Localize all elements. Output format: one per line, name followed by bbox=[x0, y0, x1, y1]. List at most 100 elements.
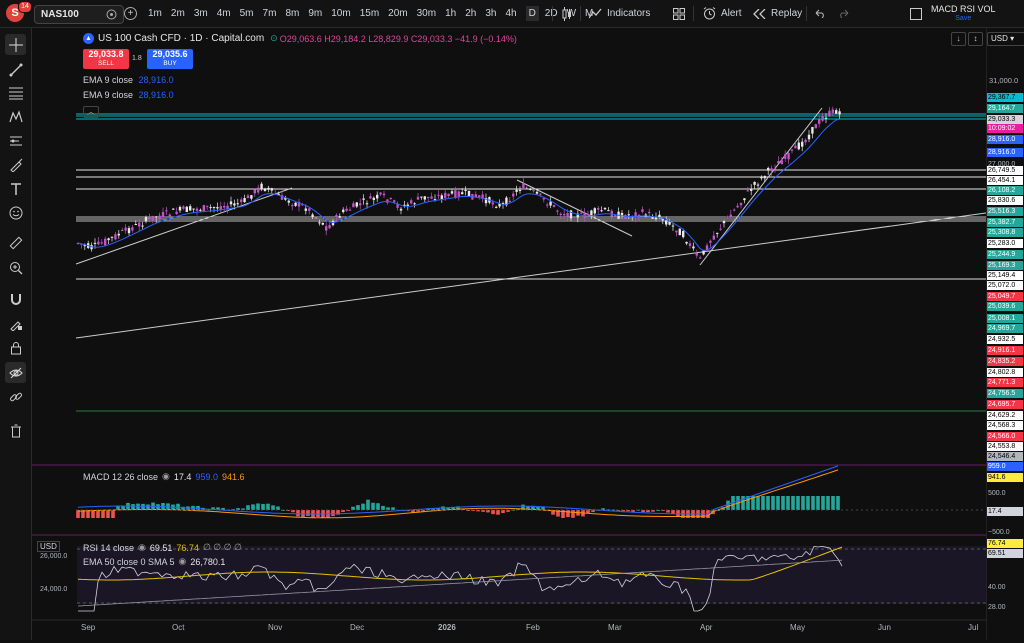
candle-body bbox=[182, 206, 185, 209]
candle-body bbox=[457, 191, 460, 198]
alert-button[interactable]: Alert bbox=[703, 0, 742, 27]
candle-body bbox=[437, 194, 440, 196]
rsi-empty-values: ∅ ∅ ∅ ∅ bbox=[202, 542, 242, 552]
interval-4h[interactable]: 4h bbox=[505, 8, 516, 19]
candle-body bbox=[722, 220, 726, 224]
hide-drawings-tool[interactable] bbox=[5, 362, 26, 383]
interval-2m[interactable]: 2m bbox=[171, 8, 185, 19]
interval-4m[interactable]: 4m bbox=[217, 8, 231, 19]
rsi-value: 69.51 bbox=[149, 542, 173, 553]
candle-body bbox=[627, 214, 630, 216]
interval-30m[interactable]: 30m bbox=[417, 8, 436, 19]
candle-body bbox=[233, 203, 236, 206]
candle-body bbox=[665, 220, 668, 225]
measure-tool[interactable] bbox=[5, 232, 26, 253]
forecast-tool[interactable] bbox=[5, 130, 26, 151]
time-axis[interactable]: Sep Oct Nov Dec 2026 Feb Mar Apr May Jun Jul bbox=[32, 620, 986, 640]
stay-in-drawing-tool[interactable] bbox=[5, 313, 26, 334]
candle-body bbox=[165, 210, 168, 212]
compare-symbol-icon[interactable]: + bbox=[124, 7, 137, 20]
candle-body bbox=[216, 207, 219, 209]
interval-7m[interactable]: 7m bbox=[263, 8, 277, 19]
left-axis-tick: 24,000.0 bbox=[40, 586, 68, 593]
left-axis-tick: 26,000.0 bbox=[40, 553, 68, 560]
brush-tool[interactable] bbox=[5, 154, 26, 175]
redo-button[interactable] bbox=[838, 0, 849, 27]
fib-tool[interactable] bbox=[5, 82, 26, 103]
macd-histogram-bar bbox=[111, 510, 115, 518]
candle-body bbox=[801, 141, 804, 147]
interval-15m[interactable]: 15m bbox=[360, 8, 379, 19]
interval-10m[interactable]: 10m bbox=[331, 8, 350, 19]
symbol-search[interactable]: NAS100 bbox=[34, 5, 124, 24]
macd-legend[interactable]: MACD 12 26 close ◉ 17.4 959.0 941.6 bbox=[83, 471, 245, 482]
macd-histogram-bar bbox=[741, 496, 745, 510]
macd-histogram-bar bbox=[771, 496, 775, 510]
ema-legend-1[interactable]: EMA 9 close 28,916.0 bbox=[83, 75, 174, 85]
candle-body bbox=[556, 210, 559, 212]
ema50-legend[interactable]: EMA 50 close 0 SMA 5 ◉ 26,780.1 bbox=[83, 556, 225, 567]
macd-histogram-bar bbox=[371, 502, 375, 510]
candle-body bbox=[818, 119, 821, 124]
emoji-tool[interactable] bbox=[5, 202, 26, 223]
candle-body bbox=[804, 139, 807, 143]
layout-menu[interactable]: MACD RSI VOL Save bbox=[910, 0, 996, 27]
interval-1h[interactable]: 1h bbox=[445, 8, 456, 19]
candle-body bbox=[549, 201, 552, 206]
macd-tick: 941.6 bbox=[987, 473, 1023, 482]
candle-body bbox=[151, 215, 154, 222]
left-scale-currency[interactable]: USD bbox=[37, 541, 60, 552]
candle-body bbox=[250, 195, 253, 199]
interval-3m[interactable]: 3m bbox=[194, 8, 208, 19]
interval-3h[interactable]: 3h bbox=[485, 8, 496, 19]
indicators-button[interactable]: Indicators bbox=[589, 0, 650, 27]
interval-D[interactable]: D bbox=[525, 6, 539, 21]
rsi-legend[interactable]: RSI 14 close ◉ 69.51 76.74 ∅ ∅ ∅ ∅ bbox=[83, 542, 242, 553]
candle-body bbox=[423, 196, 426, 200]
flag-icon: ▲ bbox=[83, 33, 94, 44]
replay-button[interactable]: Replay bbox=[753, 0, 802, 27]
drawing-toolbar bbox=[0, 28, 32, 640]
macd-value: 959.0 bbox=[195, 471, 218, 482]
lock-drawings-tool[interactable] bbox=[5, 337, 26, 358]
candle-body bbox=[597, 208, 600, 210]
ema-legend-2[interactable]: EMA 9 close 28,916.0 bbox=[83, 90, 174, 100]
interval-5m[interactable]: 5m bbox=[240, 8, 254, 19]
magnet-tool[interactable] bbox=[5, 288, 26, 309]
macd-histogram-bar bbox=[246, 505, 250, 510]
interval-9m[interactable]: 9m bbox=[308, 8, 322, 19]
price-label: 24,629.2 bbox=[987, 411, 1023, 420]
currency-selector[interactable]: USD ▾ bbox=[987, 32, 1024, 46]
candle-body bbox=[763, 176, 766, 179]
text-tool[interactable] bbox=[5, 178, 26, 199]
interval-2h[interactable]: 2h bbox=[465, 8, 476, 19]
undo-button[interactable] bbox=[815, 0, 826, 27]
link-tool[interactable] bbox=[5, 386, 26, 407]
interval-1m[interactable]: 1m bbox=[148, 8, 162, 19]
trend-line-tool[interactable] bbox=[5, 59, 26, 80]
chart-type-button[interactable] bbox=[561, 0, 573, 27]
crosshair-tool[interactable] bbox=[5, 34, 26, 55]
candle-body bbox=[838, 111, 841, 115]
sell-button[interactable]: 29,033.8 SELL bbox=[83, 49, 129, 69]
magnet-icon bbox=[10, 293, 21, 305]
scale-arrow-icon[interactable]: ↓ bbox=[951, 32, 966, 46]
zoom-tool[interactable] bbox=[5, 257, 26, 278]
move-scale-icon[interactable]: ↕ bbox=[968, 32, 983, 46]
candle-body bbox=[464, 190, 467, 192]
candle-body bbox=[760, 176, 763, 179]
spread-value: 1.8 bbox=[132, 55, 142, 62]
layouts-button[interactable] bbox=[673, 0, 685, 27]
price-label: 24,566.0 bbox=[987, 432, 1023, 441]
interval-20m[interactable]: 20m bbox=[388, 8, 407, 19]
candle-body bbox=[328, 224, 331, 229]
collapse-legend-icon[interactable]: ︿ bbox=[83, 106, 99, 118]
macd-histogram-bar bbox=[316, 510, 320, 517]
macd-histogram-bar bbox=[776, 496, 780, 510]
pattern-tool[interactable] bbox=[5, 106, 26, 127]
macd-histogram-bar bbox=[491, 510, 495, 515]
buy-button[interactable]: 29,035.6 BUY bbox=[147, 49, 193, 69]
candle-body bbox=[695, 253, 698, 256]
interval-8m[interactable]: 8m bbox=[285, 8, 299, 19]
remove-drawings-tool[interactable] bbox=[5, 420, 26, 441]
